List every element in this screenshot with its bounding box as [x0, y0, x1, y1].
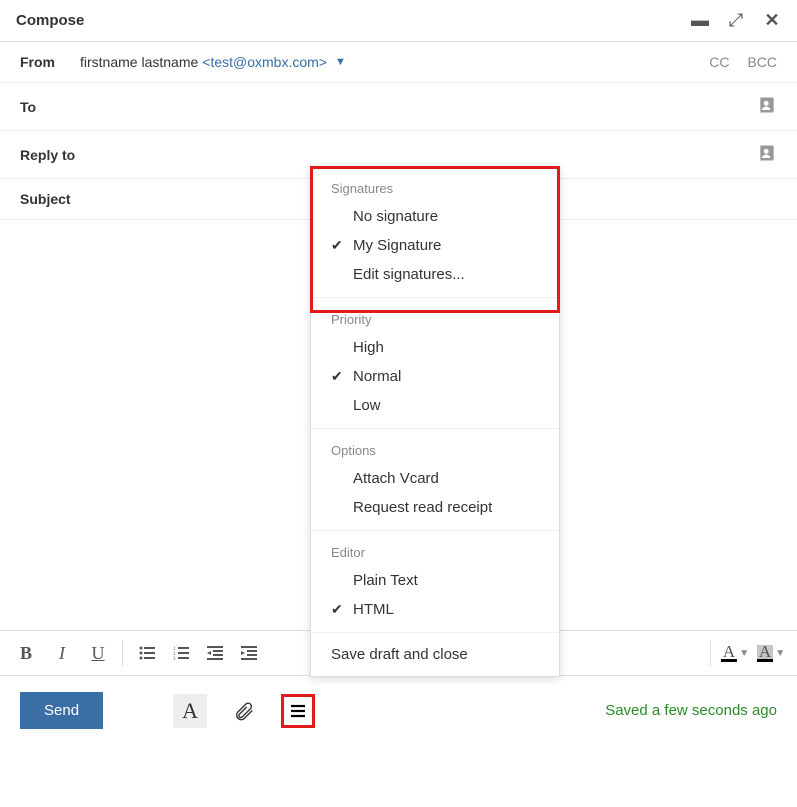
bcc-button[interactable]: BCC	[747, 54, 777, 70]
bullet-list-button[interactable]	[131, 637, 163, 669]
options-header: Options	[311, 437, 559, 464]
options-section: Options Attach Vcard Request read receip…	[311, 429, 559, 531]
menu-html[interactable]: ✔ HTML	[311, 595, 559, 624]
subject-label: Subject	[20, 191, 100, 207]
address-book-icon	[757, 95, 777, 115]
toolbar-separator	[710, 640, 711, 666]
menu-item-label: HTML	[353, 601, 394, 618]
menu-plain-text[interactable]: Plain Text	[311, 566, 559, 595]
bullet-list-icon	[139, 646, 155, 660]
address-book-icon	[757, 143, 777, 163]
check-icon: ✔	[331, 601, 353, 618]
indent-button[interactable]	[233, 637, 265, 669]
number-list-icon: 123	[173, 646, 189, 660]
text-color-button[interactable]: A ▼	[719, 637, 751, 669]
from-name: firstname lastname	[80, 54, 198, 70]
menu-item-label: My Signature	[353, 237, 441, 254]
menu-item-label: Edit signatures...	[353, 266, 465, 283]
cc-button[interactable]: CC	[709, 54, 729, 70]
send-button[interactable]: Send	[20, 692, 103, 729]
caret-down-icon: ▼	[775, 648, 785, 659]
outdent-button[interactable]	[199, 637, 231, 669]
editor-section: Editor Plain Text ✔ HTML	[311, 531, 559, 633]
menu-read-receipt[interactable]: Request read receipt	[311, 493, 559, 522]
menu-priority-high[interactable]: High	[311, 333, 559, 362]
options-dropdown: Signatures No signature ✔ My Signature E…	[310, 166, 560, 677]
number-list-button[interactable]: 123	[165, 637, 197, 669]
to-label: To	[20, 99, 80, 115]
menu-no-signature[interactable]: No signature	[311, 202, 559, 231]
text-color-icon: A	[721, 645, 737, 662]
signatures-header: Signatures	[311, 175, 559, 202]
saved-status: Saved a few seconds ago	[605, 702, 777, 719]
from-email: <test@oxmbx.com>	[202, 54, 327, 70]
check-icon: ✔	[331, 237, 353, 254]
highlight-icon: A	[757, 645, 773, 662]
caret-down-icon: ▼	[335, 56, 346, 68]
menu-icon	[288, 701, 308, 721]
cc-bcc-group: CC BCC	[709, 54, 777, 70]
window-header: Compose ▬ ⤢ ✕	[0, 0, 797, 42]
menu-edit-signatures[interactable]: Edit signatures...	[311, 260, 559, 289]
menu-item-label: No signature	[353, 208, 438, 225]
expand-icon[interactable]: ⤢	[727, 10, 745, 31]
outdent-icon	[207, 646, 223, 660]
priority-header: Priority	[311, 306, 559, 333]
highlight-color-button[interactable]: A ▼	[755, 637, 787, 669]
menu-item-label: High	[353, 339, 384, 356]
to-row: To	[0, 83, 797, 131]
close-icon[interactable]: ✕	[763, 10, 781, 31]
indent-icon	[241, 646, 257, 660]
window-controls: ▬ ⤢ ✕	[691, 10, 781, 31]
menu-item-label: Request read receipt	[353, 499, 492, 516]
editor-header: Editor	[311, 539, 559, 566]
from-dropdown[interactable]: firstname lastname <test@oxmbx.com> ▼	[80, 54, 346, 70]
window-title: Compose	[16, 12, 691, 29]
menu-item-label: Attach Vcard	[353, 470, 439, 487]
menu-my-signature[interactable]: ✔ My Signature	[311, 231, 559, 260]
svg-text:3: 3	[173, 657, 176, 660]
font-button[interactable]: A	[173, 694, 207, 728]
from-row: From firstname lastname <test@oxmbx.com>…	[0, 42, 797, 83]
menu-item-label: Normal	[353, 368, 401, 385]
underline-button[interactable]: U	[82, 637, 114, 669]
toolbar-separator	[122, 640, 123, 666]
reply-to-contacts-button[interactable]	[757, 143, 777, 166]
from-label: From	[20, 54, 80, 70]
menu-priority-normal[interactable]: ✔ Normal	[311, 362, 559, 391]
options-menu-button[interactable]	[281, 694, 315, 728]
reply-to-label: Reply to	[20, 147, 100, 163]
minimize-icon[interactable]: ▬	[691, 10, 709, 31]
menu-item-label: Plain Text	[353, 572, 418, 589]
paperclip-icon	[233, 700, 255, 722]
attachment-button[interactable]	[227, 694, 261, 728]
to-contacts-button[interactable]	[757, 95, 777, 118]
caret-down-icon: ▼	[739, 648, 749, 659]
signatures-section: Signatures No signature ✔ My Signature E…	[311, 167, 559, 298]
menu-item-label: Low	[353, 397, 381, 414]
priority-section: Priority High ✔ Normal Low	[311, 298, 559, 429]
menu-priority-low[interactable]: Low	[311, 391, 559, 420]
footer-bar: Send A Saved a few seconds ago	[0, 676, 797, 745]
check-icon: ✔	[331, 368, 353, 385]
bold-button[interactable]: B	[10, 637, 42, 669]
italic-button[interactable]: I	[46, 637, 78, 669]
menu-save-draft-close[interactable]: Save draft and close	[311, 633, 559, 676]
menu-attach-vcard[interactable]: Attach Vcard	[311, 464, 559, 493]
